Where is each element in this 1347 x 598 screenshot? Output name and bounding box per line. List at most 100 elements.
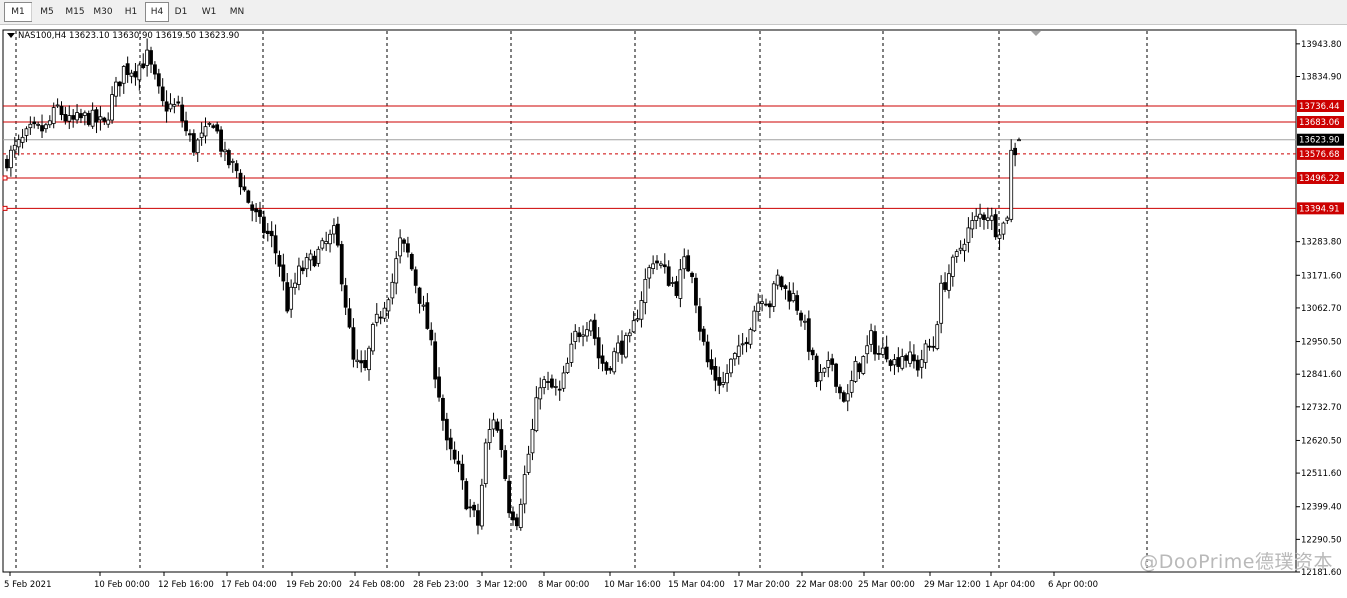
candle-body [347,308,352,328]
candle-body [1017,139,1021,142]
candle-body [281,264,286,282]
candle-body [845,393,850,402]
candle-body [378,316,383,319]
candle-body [456,460,461,465]
candle-body [756,302,761,312]
candle-body [954,251,959,257]
candle-body [791,293,796,302]
timeframe-button-m5[interactable]: M5 [33,2,61,22]
candle-body [659,263,663,266]
candlestick-chart[interactable]: 5 Feb 2021 10 Feb 00:00 12 Feb 16:00 17 Feb… [0,27,1347,598]
x-tick-label: 28 Feb 23:00 [413,580,469,590]
candle-body [297,265,301,285]
candle-body [822,367,827,373]
level-price-label: 13736.44 [1299,102,1340,112]
timeframe-button-w1[interactable]: W1 [195,2,223,22]
candle-body [717,377,722,386]
candle-body [569,343,574,363]
candle-body [363,360,367,368]
x-tick-label: 10 Mar 16:00 [604,580,661,590]
candle-body [226,150,231,166]
y-tick-label: 13062.70 [1301,304,1342,314]
current-price-label: 13623.90 [1299,136,1340,146]
candle-body [20,136,25,143]
candle-body [522,474,527,505]
candle-body [939,282,944,324]
candle-body [503,450,508,479]
candle-body [799,312,803,321]
candle-body [896,357,901,367]
level-anchor-handle[interactable] [2,175,8,181]
candle-body [705,341,710,363]
x-tick-label: 19 Feb 20:00 [286,580,342,590]
y-tick-label: 13171.60 [1301,271,1342,281]
candle-body [156,73,161,87]
candle-body [732,353,737,360]
candle-body [367,347,371,371]
candle-body [499,429,504,450]
candle-body [803,320,807,323]
candle-body [421,304,426,307]
candle-body [830,358,835,365]
candle-body [740,343,745,346]
timeframe-button-h4[interactable]: H4 [145,2,169,22]
candle-body [215,124,220,132]
candle-body [904,355,909,361]
timeframe-button-m15[interactable]: M15 [61,2,89,22]
x-tick-label: 15 Mar 04:00 [668,580,725,590]
candle-body [339,244,344,285]
x-tick-label: 12 Feb 16:00 [158,580,214,590]
candle-body [180,104,185,122]
candle-body [59,105,64,116]
chart-area[interactable]: 5 Feb 2021 10 Feb 00:00 12 Feb 16:00 17 Feb… [0,27,1347,598]
x-tick-label: 5 Feb 2021 [4,580,52,590]
candle-body [176,101,181,104]
level-price-label: 13394.91 [1299,204,1340,214]
timeframe-button-m30[interactable]: M30 [89,2,117,22]
candle-body [312,255,317,267]
candle-body [98,116,103,121]
candle-body [390,281,395,299]
candle-body [834,363,838,387]
candle-body [28,123,33,129]
candle-body [487,429,492,444]
x-tick-label: 24 Feb 08:00 [349,580,405,590]
timeframe-button-h1[interactable]: H1 [117,2,145,22]
candle-body [359,360,364,364]
candle-body [729,358,733,374]
candle-body [643,278,648,304]
timeframe-button-m1[interactable]: M1 [4,2,32,22]
candle-body [468,506,473,509]
candle-body [514,517,519,527]
candle-body [343,285,348,308]
dropdown-triangle-icon[interactable] [7,33,15,38]
candle-body [588,320,593,332]
candle-body [125,63,130,75]
candle-body [12,144,17,151]
candle-body [947,273,951,291]
timeframe-button-mn[interactable]: MN [223,2,251,22]
candle-body [993,214,998,238]
y-tick-label: 12620.50 [1301,436,1342,446]
level-anchor-handle[interactable] [2,205,8,211]
candle-body [767,303,772,308]
candle-body [923,343,928,363]
candle-body [966,227,971,243]
timeframe-button-d1[interactable]: D1 [167,2,195,22]
candle-body [1013,147,1018,156]
candle-body [655,260,659,264]
candle-body [479,484,484,527]
candle-body [678,269,683,299]
candle-body [810,349,815,356]
candle-body [114,81,118,97]
candle-body [771,283,776,307]
candle-body [44,124,48,130]
candle-body [581,334,585,337]
candle-body [71,115,76,120]
candle-body [328,233,332,245]
candle-body [293,282,297,289]
candle-body [806,318,811,352]
toolbar-separator [31,3,32,21]
candle-body [184,120,188,132]
timeframe-toolbar: M1 M5 M15 M30 H1 H4 D1 W1 MN [0,0,1347,25]
